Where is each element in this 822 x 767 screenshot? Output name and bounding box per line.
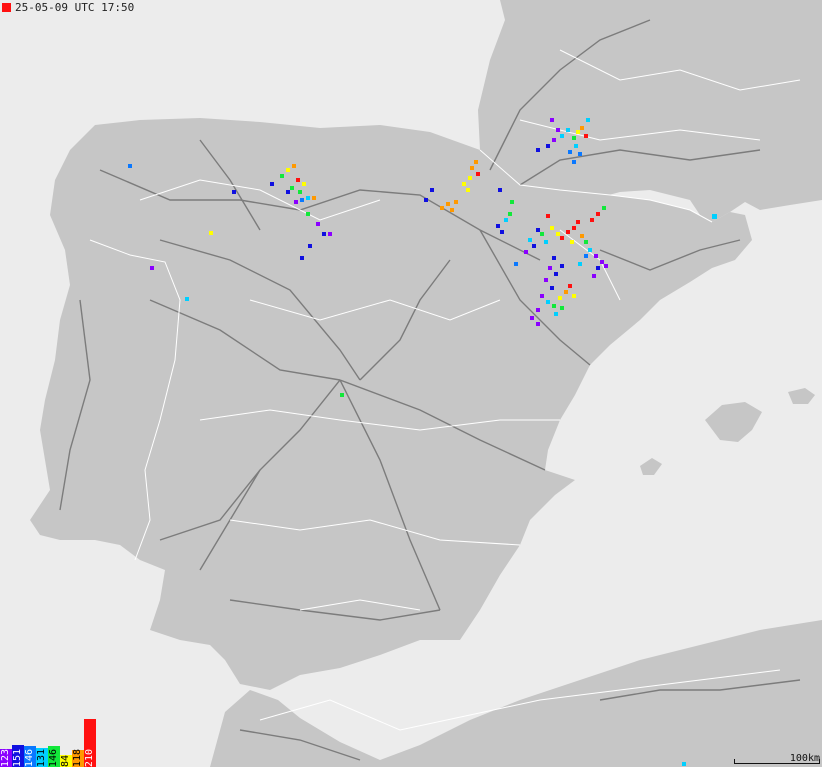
legend-count: 84 bbox=[60, 754, 71, 767]
legend-count: 123 bbox=[0, 748, 11, 767]
legend-bar: 118 bbox=[72, 748, 84, 767]
legend-bar: 84 bbox=[60, 755, 72, 767]
legend-bar: 131 bbox=[36, 748, 48, 767]
legend-count: 118 bbox=[72, 748, 83, 767]
lightning-map[interactable] bbox=[0, 0, 822, 767]
legend-count: 210 bbox=[84, 748, 95, 767]
legend-count: 146 bbox=[48, 748, 59, 767]
legend-bar: 210 bbox=[84, 719, 96, 767]
legend-count: 146 bbox=[24, 748, 35, 767]
legend-bar: 146 bbox=[48, 746, 60, 767]
legend-bar: 146 bbox=[24, 746, 36, 767]
legend-count: 131 bbox=[36, 748, 47, 767]
timestamp-label: 25-05-09 UTC 17:50 bbox=[0, 0, 139, 14]
timestamp-marker bbox=[2, 2, 11, 12]
timestamp-text: 25-05-09 UTC 17:50 bbox=[15, 0, 135, 14]
scale-line bbox=[734, 759, 820, 764]
scale-bar: 100km bbox=[734, 753, 820, 764]
legend-count: 151 bbox=[12, 748, 23, 767]
legend-bar: 151 bbox=[12, 745, 24, 767]
legend-bar: 123 bbox=[0, 749, 12, 767]
strike-count-legend: 123 151 146 131 146 84 118 210 bbox=[0, 719, 96, 767]
